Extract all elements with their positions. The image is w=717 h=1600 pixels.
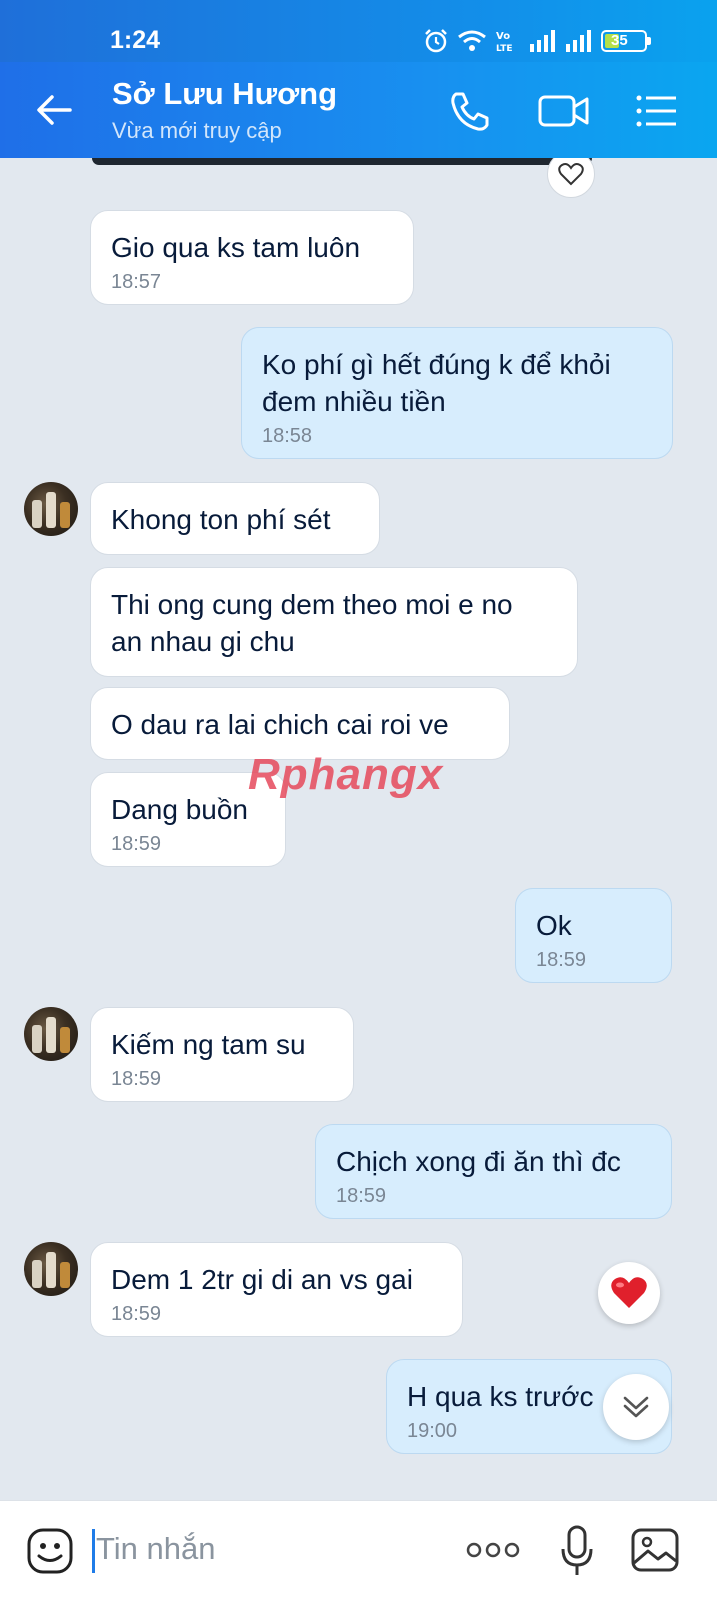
quick-reaction-button[interactable] <box>598 1262 660 1324</box>
volte-icon: Vo LTE <box>496 31 513 53</box>
phone-icon[interactable] <box>446 88 494 134</box>
contact-name[interactable]: Sở Lưu Hương <box>112 76 337 112</box>
reaction-button[interactable] <box>547 158 595 198</box>
heart-icon <box>611 1277 647 1308</box>
message-time: 18:59 <box>111 833 162 855</box>
chevron-down-icon <box>623 1396 649 1418</box>
message-text: Dang buồn <box>111 794 249 825</box>
mic-icon[interactable] <box>560 1525 594 1577</box>
more-icon[interactable] <box>466 1539 520 1561</box>
contact-avatar[interactable] <box>24 1007 78 1061</box>
message-text: Khong ton phí sét <box>111 504 331 535</box>
message-bubble-outgoing[interactable]: Ko phí gì hết đúng k để khỏi đem nhiều t… <box>241 327 673 459</box>
message-input[interactable]: Tin nhắn <box>96 1531 216 1567</box>
contact-status: Vừa mới truy cập <box>112 118 282 143</box>
message-bubble-incoming[interactable]: Thi ong cung dem theo moi e no an nhau g… <box>90 567 578 677</box>
battery-level: 35 <box>611 32 628 49</box>
message-text: Dem 1 2tr gi di an vs gai <box>111 1264 413 1295</box>
signal-icon-2 <box>566 30 591 52</box>
wifi-icon <box>458 30 486 51</box>
message-list[interactable]: Gio qua ks tam luôn 18:57 Ko phí gì hết … <box>0 158 717 1500</box>
message-time: 18:59 <box>111 1068 162 1090</box>
signal-icon-1 <box>530 30 555 52</box>
status-time: 1:24 <box>110 26 161 54</box>
message-time: 18:57 <box>111 271 162 293</box>
message-bubble-incoming[interactable]: Dem 1 2tr gi di an vs gai 18:59 <box>90 1242 463 1337</box>
message-text: O dau ra lai chich cai roi ve <box>111 709 449 740</box>
message-bubble-outgoing[interactable]: Ok 18:59 <box>515 888 672 983</box>
chat-header: Sở Lưu Hương Vừa mới truy cập <box>0 62 717 158</box>
message-text: Chịch xong đi ăn thì đc <box>336 1146 621 1177</box>
svg-text:Vo: Vo <box>496 31 510 42</box>
smile-icon[interactable] <box>26 1527 74 1575</box>
video-call-icon[interactable] <box>536 88 592 134</box>
contact-avatar[interactable] <box>24 1242 78 1296</box>
message-composer: Tin nhắn <box>0 1500 717 1600</box>
message-bubble-outgoing[interactable]: Chịch xong đi ăn thì đc 18:59 <box>315 1124 672 1219</box>
status-bar: 1:24 Vo LTE 35 <box>0 0 717 62</box>
message-text: Thi ong cung dem theo moi e no an nhau g… <box>111 589 513 657</box>
alarm-icon <box>425 29 447 53</box>
scroll-to-bottom-button[interactable] <box>603 1374 669 1440</box>
message-bubble-incoming[interactable]: Khong ton phí sét <box>90 482 380 555</box>
message-text: Ok <box>536 910 572 941</box>
message-text: Ko phí gì hết đúng k để khỏi đem nhiều t… <box>262 349 611 417</box>
battery-icon: 35 <box>601 30 651 52</box>
message-text: Gio qua ks tam luôn <box>111 232 361 263</box>
contact-avatar[interactable] <box>24 482 78 536</box>
image-message-edge[interactable] <box>92 158 592 165</box>
status-icons: Vo LTE 35 <box>423 28 651 54</box>
heart-icon <box>558 163 584 186</box>
message-bubble-incoming[interactable]: Kiếm ng tam su 18:59 <box>90 1007 354 1102</box>
message-bubble-incoming[interactable]: Gio qua ks tam luôn 18:57 <box>90 210 414 305</box>
gallery-icon[interactable] <box>630 1527 680 1573</box>
back-arrow-icon[interactable] <box>34 90 74 130</box>
svg-text:LTE: LTE <box>496 44 513 53</box>
menu-icon[interactable] <box>634 88 680 134</box>
message-text: Kiếm ng tam su <box>111 1029 306 1060</box>
text-cursor <box>92 1529 95 1573</box>
message-time: 18:59 <box>336 1185 387 1207</box>
message-time: 18:58 <box>262 425 313 447</box>
watermark: Rphangx <box>248 750 444 799</box>
message-time: 18:59 <box>111 1303 162 1325</box>
message-time: 18:59 <box>536 949 587 971</box>
